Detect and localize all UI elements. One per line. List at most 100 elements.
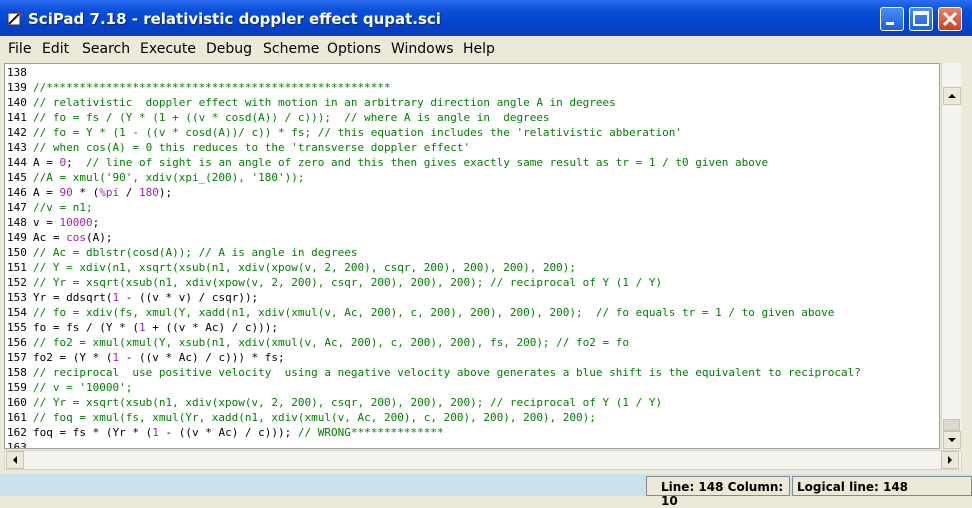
code-text: * (	[72, 186, 100, 199]
close-icon	[942, 11, 958, 27]
close-button[interactable]	[938, 7, 962, 31]
code-line[interactable]: 145 //A = xmul('90', xdiv(xpi_(200), '180…	[7, 170, 861, 185]
code-line[interactable]: 162 foq = fs * (Yr * (1 - ((v * Ac) / c))…	[7, 425, 861, 440]
code-line[interactable]: 158 // reciprocal use positive velocity u…	[7, 365, 861, 380]
scipad-app-icon[interactable]	[6, 10, 24, 28]
line-number: 147	[7, 201, 27, 214]
arrow-right-icon	[948, 456, 952, 464]
scrollbar-thumb[interactable]	[943, 419, 960, 431]
code-line[interactable]: 159 // v = '10000';	[7, 380, 861, 395]
code-line[interactable]: 142 // fo = Y * (1 - ((v * cosd(A))/ c)) …	[7, 125, 861, 140]
code-line[interactable]: 139 //***********************************…	[7, 80, 861, 95]
code-text: + ((v * Ac) / c)));	[145, 321, 279, 334]
line-number: 143	[7, 141, 27, 154]
status-line-column: Line: 148 Column: 10	[646, 476, 790, 508]
code-line[interactable]: 157 fo2 = (Y * (1 - ((v * Ac) / c))) * fs…	[7, 350, 861, 365]
scroll-left-button[interactable]	[6, 451, 24, 469]
code-text: - ((v * v) / csqr));	[119, 291, 259, 304]
minimize-button[interactable]	[880, 7, 904, 31]
code-literal: 1	[138, 321, 146, 334]
code-text-area[interactable]: 138 139 //*******************************…	[7, 65, 861, 449]
code-comment: // Ac = dblstr(cosd(A)); // A is angle i…	[33, 246, 358, 259]
line-number: 142	[7, 126, 27, 139]
code-comment: // fo = Y * (1 - ((v * cosd(A))/ c)) * f…	[33, 126, 683, 139]
menu-search[interactable]: Search	[82, 41, 130, 57]
line-number: 138	[7, 66, 27, 79]
code-text: - ((v * Ac) / c)));	[158, 426, 298, 439]
arrow-up-icon	[948, 94, 956, 98]
menu-debug[interactable]: Debug	[206, 41, 252, 57]
line-number: 149	[7, 231, 27, 244]
line-number: 161	[7, 411, 27, 424]
line-number: 140	[7, 96, 27, 109]
code-comment: // WRONG**************	[297, 426, 444, 439]
status-logical-line: Logical line: 148	[792, 476, 972, 496]
status-bar: Line: 148 Column: 10 Logical line: 148	[0, 474, 972, 508]
window-title: SciPad 7.18 - relativistic doppler effec…	[28, 10, 441, 28]
line-number: 148	[7, 216, 27, 229]
code-comment: //v = n1;	[33, 201, 93, 214]
code-line[interactable]: 140 // relativistic doppler effect with m…	[7, 95, 861, 110]
code-comment: // v = '10000';	[33, 381, 133, 394]
menu-scheme[interactable]: Scheme	[263, 41, 319, 57]
code-line[interactable]: 148 v = 10000;	[7, 215, 861, 230]
code-comment: // fo = fs / (Y * (1 + ((v * cosd(A)) / …	[33, 111, 550, 124]
code-line[interactable]: 156 // fo2 = xmul(xmul(Y, xsub(n1, xdiv(x…	[7, 335, 861, 350]
code-editor[interactable]: 138 139 //*******************************…	[4, 63, 940, 449]
menu-execute[interactable]: Execute	[140, 41, 196, 57]
line-number: 157	[7, 351, 27, 364]
menu-bar: File Edit Search Execute Debug Scheme Op…	[0, 36, 972, 60]
code-line[interactable]: 150 // Ac = dblstr(cosd(A)); // A is angl…	[7, 245, 861, 260]
scroll-right-button[interactable]	[941, 451, 959, 469]
code-line[interactable]: 138	[7, 65, 861, 80]
horizontal-scrollbar[interactable]	[4, 450, 962, 470]
line-number: 144	[7, 156, 27, 169]
code-text: ;	[92, 216, 100, 229]
scroll-down-button[interactable]	[943, 431, 961, 449]
line-number: 151	[7, 261, 27, 274]
line-number: 141	[7, 111, 27, 124]
code-line[interactable]: 146 A = 90 * (%pi / 180);	[7, 185, 861, 200]
maximize-icon	[913, 11, 929, 26]
code-text: fo2 = (Y * (	[33, 351, 113, 364]
code-line[interactable]: 143 // when cos(A) = 0 this reduces to th…	[7, 140, 861, 155]
menu-options[interactable]: Options	[327, 41, 381, 57]
code-comment: // Yr = xsqrt(xsub(n1, xdiv(xpow(v, 2, 2…	[33, 396, 663, 409]
code-line[interactable]: 152 // Yr = xsqrt(xsub(n1, xdiv(xpow(v, 2…	[7, 275, 861, 290]
code-line[interactable]: 153 Yr = ddsqrt(1 - ((v * v) / csqr));	[7, 290, 861, 305]
arrow-down-icon	[948, 438, 956, 442]
code-comment: // line of sight is an angle of zero and…	[86, 156, 769, 169]
code-line[interactable]: 141 // fo = fs / (Y * (1 + ((v * cosd(A))…	[7, 110, 861, 125]
code-line[interactable]: 144 A = 0; // line of sight is an angle o…	[7, 155, 861, 170]
scroll-up-button[interactable]	[943, 87, 961, 105]
code-comment: // foq = xmul(fs, xmul(Yr, xadd(n1, xdiv…	[33, 411, 596, 424]
line-number: 145	[7, 171, 27, 184]
code-text: Yr = ddsqrt(	[33, 291, 113, 304]
code-line[interactable]: 151 // Y = xdiv(n1, xsqrt(xsub(n1, xdiv(x…	[7, 260, 861, 275]
code-line[interactable]: 163	[7, 440, 861, 449]
menu-edit[interactable]: Edit	[42, 41, 69, 57]
code-line[interactable]: 161 // foq = xmul(fs, xmul(Yr, xadd(n1, x…	[7, 410, 861, 425]
code-literal: 10000	[59, 216, 93, 229]
vertical-scrollbar[interactable]	[941, 63, 961, 449]
title-bar: SciPad 7.18 - relativistic doppler effec…	[0, 0, 972, 36]
code-text: - ((v * Ac) / c))) * fs;	[119, 351, 285, 364]
code-comment: // Yr = xsqrt(xsub(n1, xdiv(xpow(v, 2, 2…	[33, 276, 663, 289]
line-number: 163	[7, 441, 27, 449]
code-line[interactable]: 149 Ac = cos(A);	[7, 230, 861, 245]
code-comment: // reciprocal use positive velocity usin…	[33, 366, 861, 379]
code-line[interactable]: 154 // fo = xdiv(fs, xmul(Y, xadd(n1, xdi…	[7, 305, 861, 320]
maximize-button[interactable]	[909, 7, 933, 31]
menu-help[interactable]: Help	[463, 41, 495, 57]
line-number: 153	[7, 291, 27, 304]
line-number: 158	[7, 366, 27, 379]
code-line[interactable]: 155 fo = fs / (Y * (1 + ((v * Ac) / c)));	[7, 320, 861, 335]
menu-file[interactable]: File	[8, 41, 31, 57]
menu-windows[interactable]: Windows	[391, 41, 454, 57]
code-line[interactable]: 160 // Yr = xsqrt(xsub(n1, xdiv(xpow(v, 2…	[7, 395, 861, 410]
line-number: 159	[7, 381, 27, 394]
code-literal: 90	[59, 186, 73, 199]
line-number: 139	[7, 81, 27, 94]
code-line[interactable]: 147 //v = n1;	[7, 200, 861, 215]
arrow-left-icon	[13, 456, 17, 464]
